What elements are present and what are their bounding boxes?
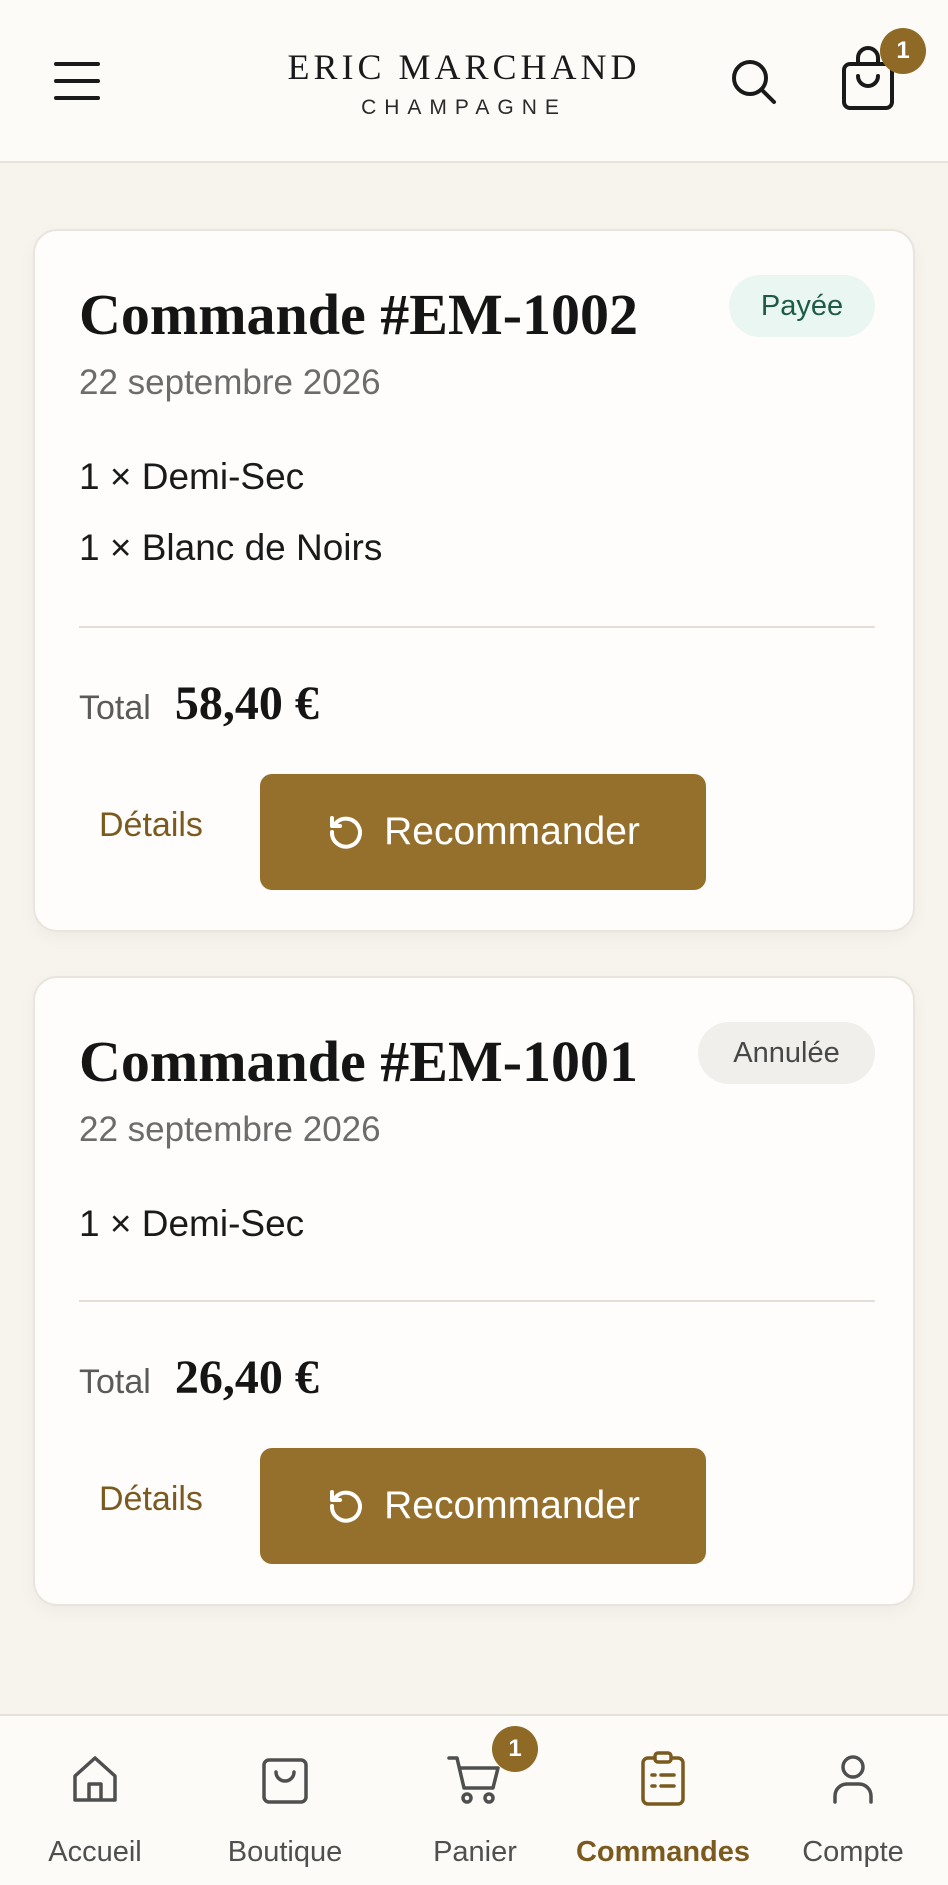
- order-item: 1 × Demi-Sec: [79, 1203, 305, 1244]
- app: ERIC MARCHAND CHAMPAGNE 1 Commande #EM-1…: [0, 0, 948, 1885]
- total-label: Total: [79, 689, 151, 727]
- nav-item-compte[interactable]: Compte: [758, 1716, 948, 1885]
- nav-label: Compte: [802, 1836, 904, 1868]
- order-item: 1 × Blanc de Noirs: [79, 527, 383, 568]
- divider: [79, 626, 875, 628]
- nav-label: Boutique: [227, 1836, 343, 1868]
- reorder-icon: [330, 1490, 363, 1523]
- bottom-nav: Accueil Boutique Panier Commandes Compte: [0, 1714, 948, 1885]
- nav-label: Commandes: [575, 1836, 751, 1868]
- reorder-label: Recommander: [384, 810, 640, 853]
- nav-label: Panier: [433, 1836, 517, 1868]
- total-row: Total 58,40 €: [79, 676, 319, 731]
- reorder-button[interactable]: Recommander: [260, 774, 706, 890]
- order-date: 22 septembre 2026: [79, 363, 381, 402]
- brand-subtitle: CHAMPAGNE: [361, 96, 567, 119]
- order-date: 22 septembre 2026: [79, 1110, 381, 1149]
- top-header: ERIC MARCHAND CHAMPAGNE: [0, 0, 948, 163]
- hamburger-menu-icon[interactable]: [52, 58, 104, 104]
- order-card: Commande #EM-1002 Payée 22 septembre 202…: [33, 229, 915, 932]
- order-items: 1 × Demi-Sec 1 × Blanc de Noirs: [79, 455, 382, 597]
- brand-title: ERIC MARCHAND: [287, 47, 641, 87]
- status-badge: Payée: [729, 275, 875, 337]
- total-value: 26,40 €: [174, 1351, 319, 1404]
- shopping-bag-icon: [262, 1758, 308, 1804]
- order-title: Commande #EM-1001: [79, 1029, 639, 1094]
- divider: [79, 1300, 875, 1302]
- brand-logo[interactable]: ERIC MARCHAND CHAMPAGNE: [260, 46, 668, 120]
- total-value: 58,40 €: [174, 677, 319, 730]
- total-label: Total: [79, 1363, 151, 1401]
- order-card: Commande #EM-1001 Annulée 22 septembre 2…: [33, 976, 915, 1606]
- reorder-button[interactable]: Recommander: [260, 1448, 706, 1564]
- order-title: Commande #EM-1002: [79, 282, 639, 347]
- clipboard-list-icon: [641, 1751, 685, 1806]
- cart-count-badge: 1: [880, 28, 926, 74]
- details-link[interactable]: Détails: [99, 806, 203, 845]
- home-icon: [73, 1756, 117, 1802]
- reorder-label: Recommander: [384, 1484, 640, 1527]
- nav-item-accueil[interactable]: Accueil: [0, 1716, 190, 1885]
- search-icon[interactable]: [728, 56, 780, 108]
- status-badge: Annulée: [698, 1022, 875, 1084]
- details-link[interactable]: Détails: [99, 1480, 203, 1519]
- order-items: 1 × Demi-Sec: [79, 1202, 304, 1273]
- nav-label: Accueil: [48, 1836, 142, 1868]
- user-icon: [833, 1755, 873, 1804]
- nav-item-panier[interactable]: Panier: [380, 1716, 570, 1885]
- nav-item-commandes[interactable]: Commandes: [568, 1716, 758, 1885]
- total-row: Total 26,40 €: [79, 1350, 319, 1405]
- reorder-icon: [330, 816, 363, 849]
- cart-nav-badge: 1: [492, 1726, 538, 1772]
- order-item: 1 × Demi-Sec: [79, 456, 305, 497]
- nav-item-boutique[interactable]: Boutique: [190, 1716, 380, 1885]
